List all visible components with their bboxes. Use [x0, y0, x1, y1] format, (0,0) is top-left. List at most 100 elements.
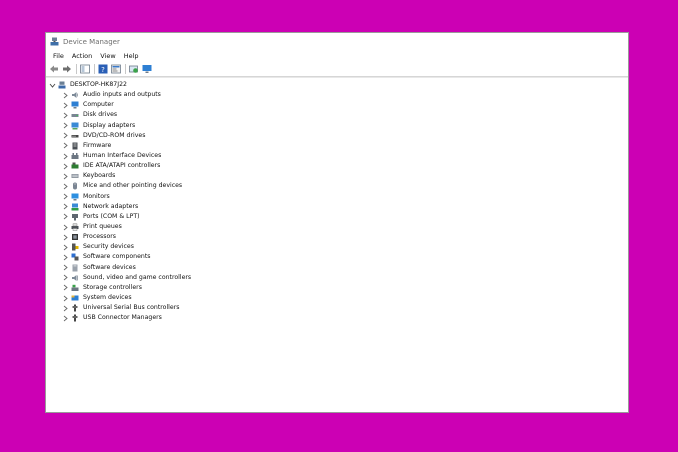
toolbar-separator — [125, 64, 126, 74]
chevron-right-icon[interactable] — [62, 92, 69, 99]
tree-category-node[interactable]: Mice and other pointing devices — [46, 181, 628, 191]
scan-hardware-icon[interactable] — [129, 64, 139, 74]
tree-category-node[interactable]: Network adapters — [46, 202, 628, 212]
tree-category-label: Mice and other pointing devices — [83, 182, 183, 190]
tree-category-node[interactable]: Ports (COM & LPT) — [46, 212, 628, 222]
window-title: Device Manager — [63, 37, 120, 46]
tree-category-node[interactable]: Audio inputs and outputs — [46, 90, 628, 100]
tree-category-node[interactable]: Keyboards — [46, 171, 628, 181]
tree-category-node[interactable]: Sound, video and game controllers — [46, 273, 628, 283]
chevron-right-icon[interactable] — [62, 112, 69, 119]
sound-controller-icon — [71, 274, 79, 282]
forward-button-icon[interactable] — [62, 64, 72, 74]
chevron-down-icon[interactable] — [49, 82, 56, 89]
monitor-icon — [71, 193, 79, 201]
tree-category-node[interactable]: Disk drives — [46, 110, 628, 120]
chevron-right-icon[interactable] — [62, 203, 69, 210]
tree-category-node[interactable]: DVD/CD-ROM drives — [46, 131, 628, 141]
tree-category-label: Network adapters — [83, 202, 139, 210]
chevron-right-icon[interactable] — [62, 305, 69, 312]
device-manager-icon — [50, 37, 59, 46]
chevron-right-icon[interactable] — [62, 193, 69, 200]
chevron-right-icon[interactable] — [62, 183, 69, 190]
tree-category-node[interactable]: IDE ATA/ATAPI controllers — [46, 161, 628, 171]
chevron-right-icon[interactable] — [62, 284, 69, 291]
menu-view[interactable]: View — [96, 52, 119, 60]
toolbar: ? — [46, 62, 628, 77]
tree-root-node[interactable]: DESKTOP-HK87J22 — [46, 80, 628, 90]
menu-help[interactable]: Help — [120, 52, 143, 60]
tree-category-node[interactable]: Display adapters — [46, 121, 628, 131]
computer-name: DESKTOP-HK87J22 — [70, 80, 127, 88]
chevron-right-icon[interactable] — [62, 254, 69, 261]
chevron-right-icon[interactable] — [62, 315, 69, 322]
menu-action[interactable]: Action — [68, 52, 96, 60]
tree-category-label: Storage controllers — [83, 283, 142, 291]
chevron-right-icon[interactable] — [62, 224, 69, 231]
chevron-right-icon[interactable] — [62, 122, 69, 129]
tree-category-node[interactable]: Monitors — [46, 192, 628, 202]
menu-bar: File Action View Help — [46, 50, 628, 62]
printer-icon — [71, 223, 79, 231]
tree-category-node[interactable]: Print queues — [46, 222, 628, 232]
chevron-right-icon[interactable] — [62, 274, 69, 281]
help-icon[interactable]: ? — [98, 64, 108, 74]
disk-drive-icon — [71, 111, 79, 119]
chevron-right-icon[interactable] — [62, 132, 69, 139]
chevron-right-icon[interactable] — [62, 213, 69, 220]
tree-category-node[interactable]: System devices — [46, 293, 628, 303]
mouse-icon — [71, 182, 79, 190]
tree-category-node[interactable]: Human Interface Devices — [46, 151, 628, 161]
system-device-icon — [71, 294, 79, 302]
tree-category-label: System devices — [83, 293, 132, 301]
hid-icon — [71, 152, 79, 160]
processor-icon — [71, 233, 79, 241]
tree-category-node[interactable]: Software components — [46, 252, 628, 262]
chevron-right-icon[interactable] — [62, 163, 69, 170]
properties-icon[interactable] — [111, 64, 121, 74]
tree-category-node[interactable]: Firmware — [46, 141, 628, 151]
usb-icon — [71, 314, 79, 322]
tree-category-label: Sound, video and game controllers — [83, 273, 192, 281]
dvd-drive-icon — [71, 132, 79, 140]
tree-category-label: Audio inputs and outputs — [83, 91, 161, 99]
tree-category-node[interactable]: Computer — [46, 100, 628, 110]
chevron-right-icon[interactable] — [62, 142, 69, 149]
chevron-right-icon[interactable] — [62, 153, 69, 160]
tree-category-label: Keyboards — [83, 172, 116, 180]
tree-category-label: Processors — [83, 233, 117, 241]
tree-category-node[interactable]: USB Connector Managers — [46, 313, 628, 323]
tree-category-label: Disk drives — [83, 111, 118, 119]
tree-category-label: Security devices — [83, 243, 134, 251]
security-device-icon — [71, 243, 79, 251]
tree-category-label: DVD/CD-ROM drives — [83, 131, 146, 139]
chevron-right-icon[interactable] — [62, 102, 69, 109]
menu-file[interactable]: File — [49, 52, 68, 60]
chevron-right-icon[interactable] — [62, 244, 69, 251]
chevron-right-icon[interactable] — [62, 234, 69, 241]
tree-category-node[interactable]: Processors — [46, 232, 628, 242]
show-hide-console-tree-icon[interactable] — [80, 64, 90, 74]
tree-category-node[interactable]: Software devices — [46, 263, 628, 273]
display-adapter-icon — [71, 122, 79, 130]
monitor-icon[interactable] — [142, 64, 152, 74]
tree-category-label: USB Connector Managers — [83, 314, 162, 322]
tree-category-node[interactable]: Security devices — [46, 242, 628, 252]
category-list: Audio inputs and outputs Computer Disk dri… — [46, 90, 628, 323]
tree-category-label: Print queues — [83, 222, 122, 230]
software-component-icon — [71, 253, 79, 261]
speaker-icon — [71, 91, 79, 99]
tree-category-label: Ports (COM & LPT) — [83, 212, 140, 220]
title-bar[interactable]: Device Manager — [46, 33, 628, 50]
device-tree: DESKTOP-HK87J22 Audio inputs and outputs… — [46, 77, 628, 323]
chevron-right-icon[interactable] — [62, 295, 69, 302]
chevron-right-icon[interactable] — [62, 173, 69, 180]
chevron-right-icon[interactable] — [62, 264, 69, 271]
tree-category-node[interactable]: Universal Serial Bus controllers — [46, 303, 628, 313]
toolbar-separator — [94, 64, 95, 74]
svg-text:?: ? — [101, 66, 105, 74]
tree-category-label: IDE ATA/ATAPI controllers — [83, 162, 161, 170]
tree-category-node[interactable]: Storage controllers — [46, 283, 628, 293]
back-button-icon[interactable] — [49, 64, 59, 74]
storage-controller-icon — [71, 284, 79, 292]
